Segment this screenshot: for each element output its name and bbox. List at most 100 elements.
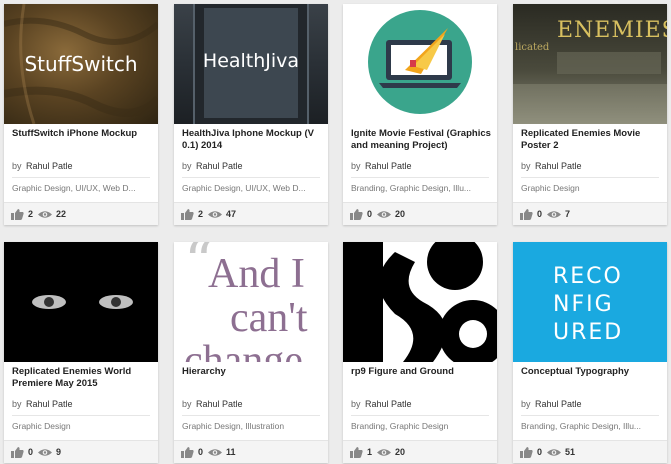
appreciations-stat: 0 (520, 446, 542, 458)
byline: by Rahul Patle (521, 161, 582, 171)
appreciation-count: 0 (367, 209, 373, 219)
project-title[interactable]: HealthJiva Iphone Mockup (V 0.1) 2014 (182, 128, 322, 152)
by-label: by (182, 399, 192, 409)
eye-icon (547, 210, 561, 218)
views-stat: 7 (547, 208, 570, 220)
project-thumbnail[interactable]: HealthJiva (174, 4, 328, 124)
byline: by Rahul Patle (182, 399, 243, 409)
thumbnail-text: HealthJiva (202, 50, 300, 72)
project-stats: 0 9 (4, 440, 158, 463)
by-label: by (12, 161, 22, 171)
project-thumbnail[interactable] (343, 242, 497, 362)
thumbnail-line-1: And I (208, 251, 305, 297)
thumbs-up-icon (11, 446, 24, 458)
byline: by Rahul Patle (521, 399, 582, 409)
divider (351, 177, 489, 178)
appreciation-count: 1 (367, 447, 373, 457)
thumbnail-line-2: NFIG (553, 292, 614, 317)
project-card[interactable]: ENEMIES licated Replicated Enemies Movie… (513, 4, 667, 225)
project-fields[interactable]: Graphic Design, UI/UX, Web D... (12, 183, 136, 193)
views-stat: 9 (38, 446, 61, 458)
thumbnail-line-1: RECO (553, 264, 623, 289)
project-thumbnail[interactable] (4, 242, 158, 362)
thumbnail-line-3: URED (553, 320, 624, 345)
byline: by Rahul Patle (12, 399, 73, 409)
project-card[interactable]: HealthJiva HealthJiva Iphone Mockup (V 0… (174, 4, 328, 225)
divider (182, 177, 320, 178)
divider (12, 415, 150, 416)
author-link[interactable]: Rahul Patle (196, 399, 243, 409)
project-fields[interactable]: Graphic Design, Illustration (182, 421, 306, 431)
views-stat: 47 (208, 208, 236, 220)
project-fields[interactable]: Graphic Design (521, 183, 645, 193)
view-count: 9 (56, 447, 62, 457)
appreciation-count: 2 (198, 209, 204, 219)
views-stat: 22 (38, 208, 66, 220)
eye-icon (208, 448, 222, 456)
author-link[interactable]: Rahul Patle (196, 161, 243, 171)
author-link[interactable]: Rahul Patle (26, 161, 73, 171)
project-thumbnail[interactable]: “ And I can't change (174, 242, 328, 362)
project-title[interactable]: Replicated Enemies Movie Poster 2 (521, 128, 661, 152)
divider (12, 177, 150, 178)
appreciations-stat: 0 (181, 446, 203, 458)
project-title[interactable]: StuffSwitch iPhone Mockup (12, 128, 152, 140)
view-count: 51 (565, 447, 576, 457)
project-title[interactable]: Replicated Enemies World Premiere May 20… (12, 366, 152, 390)
eye-icon (208, 210, 222, 218)
project-title[interactable]: Conceptual Typography (521, 366, 661, 378)
appreciations-stat: 2 (11, 208, 33, 220)
eyes-graphic (29, 289, 136, 309)
project-card[interactable]: Replicated Enemies World Premiere May 20… (4, 242, 158, 463)
project-title[interactable]: Ignite Movie Festival (Graphics and mean… (351, 128, 491, 152)
view-count: 20 (395, 447, 406, 457)
view-count: 7 (565, 209, 571, 219)
project-title[interactable]: rp9 Figure and Ground (351, 366, 491, 378)
author-link[interactable]: Rahul Patle (26, 399, 73, 409)
divider (182, 415, 320, 416)
by-label: by (521, 399, 531, 409)
project-thumbnail[interactable]: ENEMIES licated (513, 4, 667, 124)
views-stat: 51 (547, 446, 575, 458)
project-stats: 2 47 (174, 202, 328, 225)
project-fields[interactable]: Graphic Design (12, 421, 136, 431)
eye-icon (377, 448, 391, 456)
project-thumbnail[interactable]: RECO NFIG URED (513, 242, 667, 362)
ignite-logo-graphic (368, 10, 472, 114)
project-card[interactable]: rp9 Figure and Ground by Rahul Patle Bra… (343, 242, 497, 463)
by-label: by (521, 161, 531, 171)
author-link[interactable]: Rahul Patle (365, 161, 412, 171)
project-fields[interactable]: Branding, Graphic Design (351, 421, 475, 431)
project-stats: 0 7 (513, 202, 667, 225)
thumbs-up-icon (181, 208, 194, 220)
view-count: 20 (395, 209, 406, 219)
thumbs-up-icon (181, 446, 194, 458)
author-link[interactable]: Rahul Patle (535, 399, 582, 409)
project-card[interactable]: Ignite Movie Festival (Graphics and mean… (343, 4, 497, 225)
project-thumbnail[interactable] (343, 4, 497, 124)
project-title[interactable]: Hierarchy (182, 366, 322, 378)
appreciation-count: 0 (198, 447, 204, 457)
project-stats: 0 51 (513, 440, 667, 463)
thumbs-up-icon (350, 208, 363, 220)
project-card[interactable]: “ And I can't change Hierarchy by Rahul … (174, 242, 328, 463)
project-stats: 2 22 (4, 202, 158, 225)
project-card[interactable]: RECO NFIG URED Conceptual Typography by … (513, 242, 667, 463)
project-thumbnail[interactable]: StuffSwitch (4, 4, 158, 124)
project-fields[interactable]: Branding, Graphic Design, Illu... (351, 183, 475, 193)
project-fields[interactable]: Branding, Graphic Design, Illu... (521, 421, 645, 431)
thumbs-up-icon (520, 208, 533, 220)
author-link[interactable]: Rahul Patle (535, 161, 582, 171)
view-count: 11 (226, 447, 236, 457)
thumbs-up-icon (520, 446, 533, 458)
appreciation-count: 0 (28, 447, 34, 457)
thumbnail-line-2: can't (230, 295, 308, 341)
project-stats: 1 20 (343, 440, 497, 463)
byline: by Rahul Patle (12, 161, 73, 171)
eye-icon (547, 448, 561, 456)
project-card[interactable]: StuffSwitch StuffSwitch iPhone Mockup by… (4, 4, 158, 225)
project-grid: StuffSwitch StuffSwitch iPhone Mockup by… (4, 4, 667, 463)
author-link[interactable]: Rahul Patle (365, 399, 412, 409)
figure-ground-graphic (343, 242, 497, 362)
project-fields[interactable]: Graphic Design, UI/UX, Web D... (182, 183, 306, 193)
